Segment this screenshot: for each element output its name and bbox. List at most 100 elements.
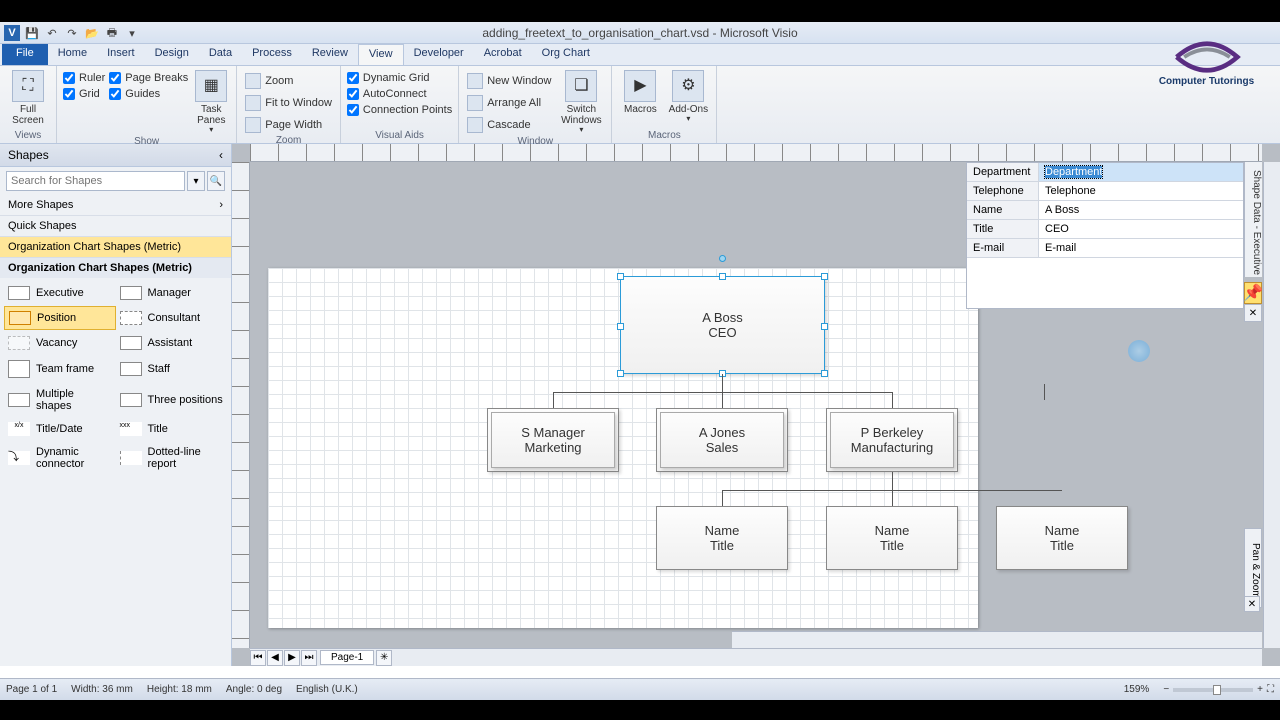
tab-review[interactable]: Review bbox=[302, 44, 358, 65]
task-panes-button[interactable]: ▦Task Panes▾ bbox=[192, 68, 230, 135]
zoom-in-icon[interactable]: + bbox=[1257, 684, 1263, 695]
page-prev-button[interactable]: ◀ bbox=[267, 650, 283, 666]
zoom-fit-icon[interactable]: ⛶ bbox=[1267, 684, 1274, 695]
open-icon[interactable]: 📂 bbox=[84, 25, 100, 41]
stencil-selected-item[interactable]: Organization Chart Shapes (Metric) bbox=[0, 237, 231, 258]
shape-data-tab[interactable]: Shape Data - Executive bbox=[1244, 162, 1262, 277]
shape-staff[interactable]: Staff bbox=[116, 356, 228, 382]
zoom-control[interactable]: − + ⛶ bbox=[1163, 684, 1274, 695]
shape-data-window[interactable]: DepartmentDepartment TelephoneTelephone … bbox=[966, 162, 1244, 309]
shape-dynamic-connector[interactable]: ⤵Dynamic connector bbox=[4, 442, 116, 474]
search-dropdown-button[interactable]: ▾ bbox=[187, 171, 205, 191]
horizontal-scrollbar[interactable] bbox=[732, 631, 1262, 648]
shape-position[interactable]: Position bbox=[4, 306, 116, 330]
qat-more-icon[interactable]: ▾ bbox=[124, 25, 140, 41]
cascade-button[interactable]: Cascade bbox=[465, 116, 553, 134]
shape-consultant[interactable]: Consultant bbox=[116, 306, 228, 330]
org-box-marketing[interactable]: S ManagerMarketing bbox=[487, 408, 619, 472]
tab-view[interactable]: View bbox=[358, 44, 404, 65]
redo-icon[interactable]: ↷ bbox=[64, 25, 80, 41]
guides-checkbox[interactable]: Guides bbox=[109, 88, 188, 100]
tab-acrobat[interactable]: Acrobat bbox=[474, 44, 532, 65]
shape-dotted-report[interactable]: Dotted-line report bbox=[116, 442, 228, 474]
org-boss-title: CEO bbox=[708, 325, 736, 340]
ruler-checkbox[interactable]: Ruler bbox=[63, 72, 105, 84]
search-button[interactable]: 🔍 bbox=[207, 171, 225, 191]
full-screen-button[interactable]: ⛶Full Screen bbox=[6, 68, 50, 129]
arrange-all-button[interactable]: Arrange All bbox=[465, 94, 553, 112]
shape-manager[interactable]: Manager bbox=[116, 282, 228, 304]
org-box-manufacturing[interactable]: P BerkeleyManufacturing bbox=[826, 408, 958, 472]
tab-orgchart[interactable]: Org Chart bbox=[532, 44, 600, 65]
sd-val-name[interactable]: A Boss bbox=[1039, 201, 1243, 219]
tab-process[interactable]: Process bbox=[242, 44, 302, 65]
fit-icon bbox=[245, 95, 261, 111]
dynamic-grid-checkbox[interactable]: Dynamic Grid bbox=[347, 72, 452, 84]
fit-window-button[interactable]: Fit to Window bbox=[243, 94, 334, 112]
shape-titledate[interactable]: x/xTitle/Date bbox=[4, 418, 116, 440]
panzoom-close-icon[interactable]: ✕ bbox=[1244, 596, 1260, 612]
page-first-button[interactable]: ⏮ bbox=[250, 650, 266, 666]
tab-design[interactable]: Design bbox=[145, 44, 199, 65]
tab-home[interactable]: Home bbox=[48, 44, 97, 65]
page-width-button[interactable]: Page Width bbox=[243, 116, 334, 134]
macros-button[interactable]: ▶Macros bbox=[618, 68, 662, 129]
zoom-out-icon[interactable]: − bbox=[1163, 684, 1169, 695]
ribbon-tabs: File Home Insert Design Data Process Rev… bbox=[0, 44, 1280, 66]
new-window-button[interactable]: New Window bbox=[465, 72, 553, 90]
status-angle: Angle: 0 deg bbox=[226, 684, 282, 695]
quick-access-toolbar: V 💾 ↶ ↷ 📂 🖶 ▾ bbox=[0, 22, 140, 44]
shape-assistant[interactable]: Assistant bbox=[116, 332, 228, 354]
print-icon[interactable]: 🖶 bbox=[104, 25, 120, 41]
connection-points-checkbox[interactable]: Connection Points bbox=[347, 104, 452, 116]
shape-three-positions[interactable]: Three positions bbox=[116, 384, 228, 416]
tab-insert[interactable]: Insert bbox=[97, 44, 145, 65]
drawing-page[interactable]: A Boss CEO S ManagerMarketing bbox=[268, 268, 978, 628]
org-box-r3-3[interactable]: NameTitle bbox=[996, 506, 1128, 570]
sd-val-department[interactable]: Department bbox=[1039, 163, 1243, 181]
shape-title[interactable]: xxxTitle bbox=[116, 418, 228, 440]
status-width: Width: 36 mm bbox=[71, 684, 133, 695]
zoom-button[interactable]: Zoom bbox=[243, 72, 334, 90]
close-icon[interactable]: ✕ bbox=[1244, 304, 1262, 322]
zoom-slider[interactable] bbox=[1173, 688, 1253, 692]
grid-checkbox[interactable]: Grid bbox=[63, 88, 105, 100]
sd-val-email[interactable]: E-mail bbox=[1039, 239, 1243, 257]
drawing-canvas[interactable]: A Boss CEO S ManagerMarketing bbox=[250, 162, 1262, 648]
shapes-search-input[interactable] bbox=[6, 171, 185, 191]
status-lang: English (U.K.) bbox=[296, 684, 358, 695]
vertical-scrollbar[interactable] bbox=[1263, 162, 1280, 648]
org-box-r3-1[interactable]: NameTitle bbox=[656, 506, 788, 570]
quick-shapes-item[interactable]: Quick Shapes bbox=[0, 216, 231, 237]
shape-executive[interactable]: Executive bbox=[4, 282, 116, 304]
org-box-sales[interactable]: A JonesSales bbox=[656, 408, 788, 472]
autoconnect-checkbox[interactable]: AutoConnect bbox=[347, 88, 452, 100]
page-next-button[interactable]: ▶ bbox=[284, 650, 300, 666]
org-boss-box[interactable]: A Boss CEO bbox=[620, 276, 825, 374]
undo-icon[interactable]: ↶ bbox=[44, 25, 60, 41]
page-add-button[interactable]: ✳ bbox=[376, 650, 392, 666]
collapse-icon[interactable]: ‹ bbox=[219, 148, 223, 162]
addons-button[interactable]: ⚙Add-Ons▾ bbox=[666, 68, 710, 129]
title-bar: V 💾 ↶ ↷ 📂 🖶 ▾ adding_freetext_to_organis… bbox=[0, 22, 1280, 44]
org-box-r3-2[interactable]: NameTitle bbox=[826, 506, 958, 570]
sd-val-telephone[interactable]: Telephone bbox=[1039, 182, 1243, 200]
cursor-highlight bbox=[1128, 340, 1150, 362]
pagebreaks-checkbox[interactable]: Page Breaks bbox=[109, 72, 188, 84]
sd-val-title[interactable]: CEO bbox=[1039, 220, 1243, 238]
tab-developer[interactable]: Developer bbox=[404, 44, 474, 65]
more-shapes-item[interactable]: More Shapes› bbox=[0, 195, 231, 216]
switch-windows-button[interactable]: ❏Switch Windows▾ bbox=[557, 68, 605, 135]
pin-icon[interactable]: 📌 bbox=[1244, 282, 1262, 304]
shape-vacancy[interactable]: Vacancy bbox=[4, 332, 116, 354]
shape-teamframe[interactable]: Team frame bbox=[4, 356, 116, 382]
sd-key-department: Department bbox=[967, 163, 1039, 181]
ribbon: ⛶Full Screen Views Ruler Grid Page Break… bbox=[0, 66, 1280, 144]
page-tab-1[interactable]: Page-1 bbox=[320, 650, 374, 665]
page-last-button[interactable]: ⏭ bbox=[301, 650, 317, 666]
visio-icon: V bbox=[4, 25, 20, 41]
tab-data[interactable]: Data bbox=[199, 44, 242, 65]
save-icon[interactable]: 💾 bbox=[24, 25, 40, 41]
shape-multiple[interactable]: Multiple shapes bbox=[4, 384, 116, 416]
tab-file[interactable]: File bbox=[2, 44, 48, 65]
